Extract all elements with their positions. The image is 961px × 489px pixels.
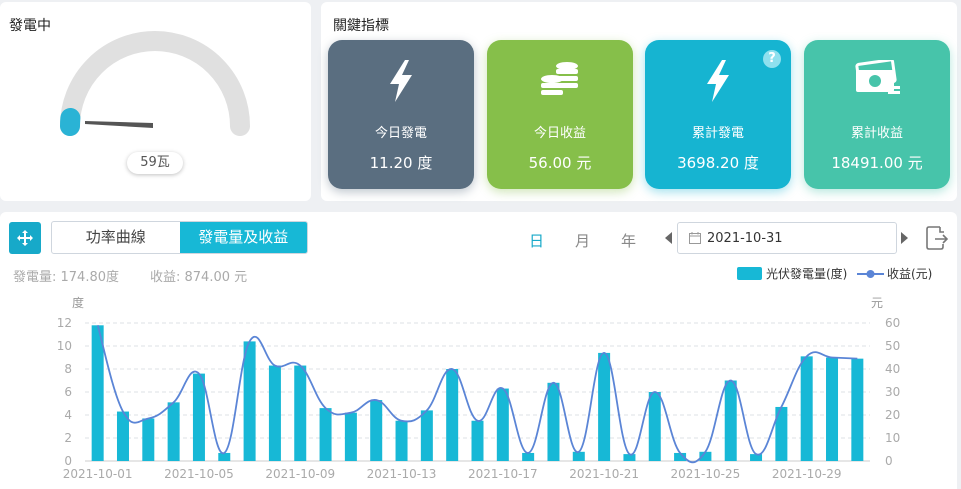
kpi-label: 今日發電 bbox=[374, 126, 427, 141]
bar bbox=[826, 357, 839, 461]
y-right-tick-label: 30 bbox=[885, 385, 900, 399]
bar bbox=[192, 373, 205, 461]
y-left-tick-label: 6 bbox=[64, 385, 72, 399]
gauge-track bbox=[60, 31, 250, 136]
y-right-tick-label: 60 bbox=[885, 316, 900, 330]
bar bbox=[851, 358, 864, 461]
x-tick-label: 2021-10-29 bbox=[772, 467, 842, 481]
y-left-tick-label: 4 bbox=[64, 408, 72, 422]
bar bbox=[268, 365, 281, 461]
kpi-value: 11.20 度 bbox=[369, 154, 433, 172]
x-tick-label: 2021-10-13 bbox=[367, 467, 437, 481]
bar bbox=[724, 380, 737, 461]
y-left-tick-label: 10 bbox=[57, 339, 72, 353]
kpi-total-generation[interactable]: ? 累計發電 3698.20 度 bbox=[645, 40, 791, 189]
y-left-tick-label: 8 bbox=[64, 362, 72, 376]
y-left-tick-label: 2 bbox=[64, 431, 72, 445]
bar bbox=[142, 418, 155, 461]
key-indicators-title: 關鍵指標 bbox=[333, 18, 389, 34]
bar bbox=[370, 400, 383, 461]
bar bbox=[218, 452, 231, 461]
bar bbox=[420, 410, 433, 461]
y-right-tick-label: 0 bbox=[885, 454, 893, 468]
bar bbox=[167, 402, 180, 461]
gauge-needle bbox=[85, 121, 153, 128]
x-tick-label: 2021-10-09 bbox=[265, 467, 335, 481]
gauge-value-badge: 59瓦 bbox=[127, 152, 183, 174]
bar bbox=[243, 341, 256, 461]
kpi-label: 累計收益 bbox=[850, 126, 903, 141]
y-right-tick-label: 10 bbox=[885, 431, 900, 445]
y-right-tick-label: 40 bbox=[885, 362, 900, 376]
bar bbox=[598, 352, 611, 461]
key-indicators-card: 關鍵指標 今日發電 11.20 度 今日收益 56.00 元 ? 累計發電 36… bbox=[321, 2, 957, 201]
y-left-tick-label: 0 bbox=[64, 454, 72, 468]
kpi-value: 18491.00 元 bbox=[831, 154, 923, 172]
kpi-label: 今日收益 bbox=[533, 126, 586, 141]
bar bbox=[572, 451, 585, 461]
bar bbox=[496, 388, 509, 461]
lightning-icon bbox=[328, 60, 474, 102]
bar bbox=[344, 412, 357, 461]
bar bbox=[471, 420, 484, 461]
generation-revenue-chart: 0 2 4 6 8 10 12 0 10 20 30 40 50 60 2021-10-01 2021-10-… bbox=[57, 316, 901, 481]
bar bbox=[91, 325, 104, 461]
x-tick-label: 2021-10-21 bbox=[569, 467, 639, 481]
kpi-value: 56.00 元 bbox=[528, 154, 592, 172]
lightning-icon bbox=[645, 60, 791, 102]
bar bbox=[294, 365, 307, 461]
kpi-today-revenue[interactable]: 今日收益 56.00 元 bbox=[487, 40, 633, 189]
x-tick-label: 2021-10-01 bbox=[63, 467, 133, 481]
bar bbox=[395, 420, 408, 461]
coin-stack-icon bbox=[487, 60, 633, 102]
x-tick-label: 2021-10-25 bbox=[671, 467, 741, 481]
bar bbox=[547, 382, 560, 461]
y-right-tick-label: 50 bbox=[885, 339, 900, 353]
x-tick-label: 2021-10-05 bbox=[164, 467, 234, 481]
y-right-tick-label: 20 bbox=[885, 408, 900, 422]
bar bbox=[648, 392, 661, 461]
generation-status-card: 發電中 59瓦 bbox=[0, 2, 311, 201]
x-tick-label: 2021-10-17 bbox=[468, 467, 538, 481]
bar bbox=[319, 408, 332, 461]
bar bbox=[522, 452, 535, 461]
kpi-label: 累計發電 bbox=[691, 126, 744, 141]
bar bbox=[446, 369, 459, 461]
kpi-total-revenue[interactable]: 累計收益 18491.00 元 bbox=[804, 40, 950, 189]
money-icon bbox=[804, 60, 950, 102]
generation-chart-card: 功率曲線 發電量及收益 日 月 年 2021-10-31 發電量: 174.80… bbox=[0, 212, 957, 489]
bar bbox=[750, 454, 763, 461]
bar bbox=[800, 356, 813, 461]
kpi-value: 3698.20 度 bbox=[677, 154, 759, 172]
y-left-tick-label: 12 bbox=[57, 316, 72, 330]
kpi-today-generation[interactable]: 今日發電 11.20 度 bbox=[328, 40, 474, 189]
